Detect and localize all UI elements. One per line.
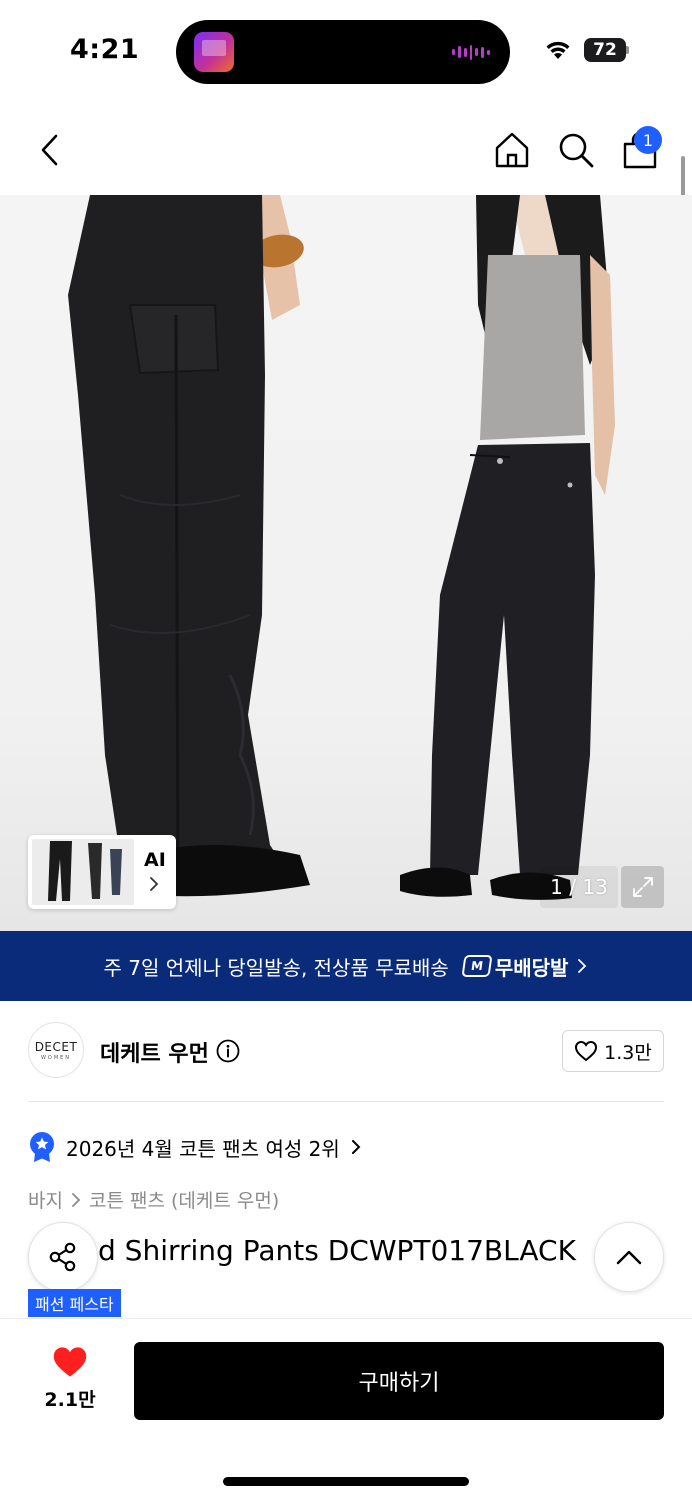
fashion-festa-badge: 패션 페스타	[28, 1289, 121, 1317]
home-indicator	[223, 1477, 469, 1486]
chevron-right-icon	[150, 877, 159, 891]
brand-like-button[interactable]: 1.3만	[562, 1030, 664, 1072]
chevron-right-icon	[351, 1140, 361, 1154]
product-image-gallery[interactable]: AI 1 / 13	[0, 195, 692, 931]
dynamic-island[interactable]	[176, 20, 510, 84]
share-icon	[49, 1242, 76, 1272]
home-button[interactable]	[490, 128, 534, 172]
ai-thumbnail	[32, 839, 134, 905]
status-bar: 4:21 72	[0, 0, 692, 100]
scroll-to-top-button[interactable]	[594, 1222, 664, 1292]
share-button[interactable]	[28, 1222, 98, 1292]
banner-text: 주 7일 언제나 당일발송, 전상품 무료배송	[103, 955, 449, 980]
battery-cap	[626, 46, 629, 54]
search-icon	[559, 133, 594, 168]
chevron-up-icon	[616, 1250, 642, 1265]
chevron-right-icon	[72, 1192, 81, 1207]
ai-similar-items-card[interactable]: AI	[28, 835, 176, 909]
ranking-link[interactable]: 2026년 4월 코튼 팬츠 여성 2위	[28, 1130, 362, 1164]
status-time: 4:21	[70, 34, 140, 65]
brand-logo-sub: WOMEN	[40, 1054, 72, 1061]
expand-icon	[632, 877, 653, 897]
back-button[interactable]	[28, 128, 72, 172]
breadcrumb-category[interactable]: 바지	[28, 1186, 63, 1213]
wishlist-button[interactable]: 2.1만	[38, 1345, 102, 1415]
ai-label: AI	[144, 849, 166, 871]
banner-logo-mark: M	[461, 955, 493, 977]
info-icon[interactable]	[216, 1039, 240, 1063]
home-icon	[495, 132, 529, 168]
brand-like-count: 1.3만	[604, 1041, 652, 1064]
ranking-text: 2026년 4월 코튼 팬츠 여성 2위	[66, 1136, 340, 1161]
heart-outline-icon	[575, 1040, 598, 1062]
battery-indicator: 72	[584, 38, 626, 62]
cart-count-badge: 1	[634, 126, 662, 154]
banner-logo-text: 무배당발	[494, 955, 569, 980]
chevron-right-icon	[578, 959, 587, 973]
product-photo	[38, 195, 615, 900]
brand-row: DECET WOMEN 데케트 우먼 1.3만	[28, 1022, 664, 1080]
ranking-medal-icon	[30, 1132, 54, 1162]
buy-button[interactable]: 구매하기	[134, 1342, 664, 1420]
expand-image-button[interactable]	[621, 866, 664, 908]
now-playing-app-icon	[194, 32, 234, 72]
breadcrumb: 바지 코튼 팬츠 (데케트 우먼)	[28, 1186, 279, 1213]
wishlist-count: 2.1만	[44, 1389, 96, 1411]
brand-name[interactable]: 데케트 우먼	[100, 1036, 209, 1068]
brand-logo[interactable]: DECET WOMEN	[28, 1022, 84, 1078]
shipping-promo-banner[interactable]: 주 7일 언제나 당일발송, 전상품 무료배송 M 무배당발	[0, 931, 692, 1001]
bottom-action-bar: 2.1만 구매하기	[0, 1318, 692, 1500]
back-icon	[41, 134, 58, 166]
top-navigation	[0, 110, 692, 194]
brand-logo-main: DECET	[34, 1039, 78, 1054]
heart-filled-icon	[53, 1347, 87, 1377]
divider	[28, 1101, 664, 1102]
breadcrumb-subcategory[interactable]: 코튼 팬츠 (데케트 우먼)	[89, 1186, 279, 1213]
free-shipping-logo: M 무배당발	[461, 952, 569, 981]
search-button[interactable]	[554, 128, 598, 172]
product-title-text: d Shirring Pants DCWPT017BLACK	[98, 1234, 576, 1267]
image-page-counter: 1 / 13	[540, 866, 618, 908]
product-title: d Shirring Pants DCWPT017BLACK	[28, 1234, 628, 1267]
audio-wave-icon	[452, 44, 491, 60]
wifi-icon	[546, 41, 570, 59]
